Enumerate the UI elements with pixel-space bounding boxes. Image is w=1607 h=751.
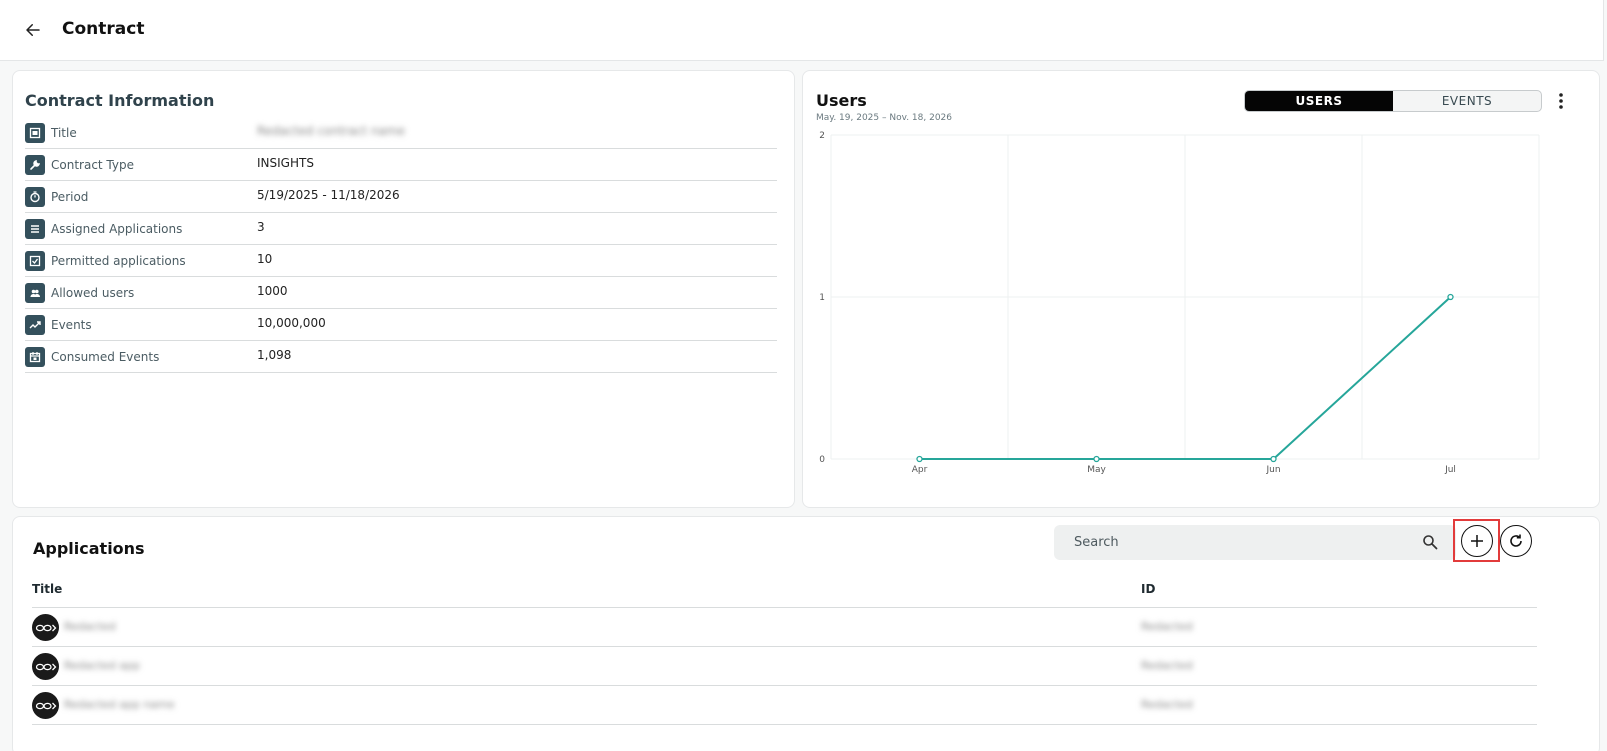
info-label: Title [51, 125, 77, 140]
info-label: Period [51, 189, 89, 204]
users-chart-card: Users May. 19, 2025 – Nov. 18, 2026 USER… [802, 70, 1600, 508]
chart-title: Users [816, 91, 867, 110]
data-point [1270, 455, 1277, 463]
table-header: Title ID [32, 577, 1537, 608]
info-label: Contract Type [51, 157, 134, 172]
add-application-button[interactable] [1461, 525, 1493, 557]
applications-heading: Applications [33, 539, 145, 558]
info-value: INSIGHTS [257, 156, 314, 170]
timer-icon [25, 186, 45, 207]
info-value: Redacted contract name [257, 124, 405, 138]
info-label: Permitted applications [51, 253, 186, 268]
app-logo-icon [32, 653, 59, 680]
column-header-id[interactable]: ID [1141, 582, 1155, 596]
info-row-assigned-applications: Assigned Applications 3 [25, 213, 777, 245]
toggle-events[interactable]: EVENTS [1393, 91, 1541, 111]
info-value: 10,000,000 [257, 316, 326, 330]
app-title: Redacted [64, 620, 116, 633]
app-logo-icon [32, 614, 59, 641]
top-bar: Contract [0, 0, 1604, 61]
applications-card: Applications Title ID Redacted Redacted [12, 516, 1600, 751]
id-card-icon [25, 122, 45, 143]
app-title: Redacted app [64, 659, 140, 672]
y-tick-label: 0 [819, 455, 825, 465]
toggle-users[interactable]: USERS [1245, 91, 1393, 111]
calendar-icon [25, 346, 45, 367]
info-value: 1000 [257, 284, 288, 298]
x-tick-label: Apr [912, 465, 928, 475]
data-point [1447, 293, 1454, 301]
info-row-permitted-applications: Permitted applications 10 [25, 245, 777, 277]
info-row-events: Events 10,000,000 [25, 309, 777, 341]
info-label: Consumed Events [51, 349, 160, 364]
info-label: Allowed users [51, 285, 135, 300]
info-value: 10 [257, 252, 273, 266]
more-vertical-icon[interactable] [1555, 91, 1567, 111]
info-label: Assigned Applications [51, 221, 183, 236]
info-row-title: Title Redacted contract name [25, 117, 777, 149]
info-row-period: Period 5/19/2025 - 11/18/2026 [25, 181, 777, 213]
contract-information-card: Contract Information Title Redacted cont… [12, 70, 795, 508]
y-tick-label: 2 [819, 131, 825, 141]
refresh-icon [1510, 534, 1522, 547]
check-square-icon [25, 250, 45, 271]
contract-information-heading: Contract Information [25, 91, 215, 110]
y-tick-label: 1 [819, 293, 825, 303]
app-logo-icon [32, 692, 59, 719]
x-tick-label: May [1087, 465, 1106, 475]
arrow-left-icon[interactable] [24, 21, 42, 39]
info-row-allowed-users: Allowed users 1000 [25, 277, 777, 309]
app-title: Redacted app name [64, 698, 175, 711]
applications-table: Title ID Redacted Redacted Redacted app … [32, 577, 1537, 725]
column-header-title[interactable]: Title [32, 582, 62, 596]
app-id: Redacted [1141, 620, 1193, 633]
x-tick-label: Jun [1265, 465, 1280, 475]
users-line-chart: 0 1 2 Apr May Jun Jul [819, 131, 1540, 475]
search-box [1054, 525, 1456, 560]
search-input[interactable] [1074, 535, 1414, 550]
wrench-icon [25, 154, 45, 175]
x-tick-label: Jul [1444, 465, 1456, 475]
page-title: Contract [62, 19, 145, 39]
list-icon [25, 218, 45, 239]
info-row-contract-type: Contract Type INSIGHTS [25, 149, 777, 181]
plus-icon [1471, 535, 1483, 547]
info-value: 1,098 [257, 348, 292, 362]
users-icon [25, 282, 45, 303]
refresh-button[interactable] [1500, 525, 1532, 557]
info-value: 5/19/2025 - 11/18/2026 [257, 188, 400, 202]
users-events-toggle: USERS EVENTS [1244, 90, 1542, 112]
table-row[interactable]: Redacted app name Redacted [32, 686, 1537, 725]
table-row[interactable]: Redacted Redacted [32, 608, 1537, 647]
table-row[interactable]: Redacted app Redacted [32, 647, 1537, 686]
data-point [916, 455, 923, 463]
chart-date-range: May. 19, 2025 – Nov. 18, 2026 [816, 113, 953, 123]
app-id: Redacted [1141, 659, 1193, 672]
search-icon[interactable] [1422, 534, 1438, 550]
trend-icon [25, 314, 45, 335]
info-label: Events [51, 317, 92, 332]
contract-info-table: Title Redacted contract name Contract Ty… [25, 117, 777, 373]
info-value: 3 [257, 220, 265, 234]
info-row-consumed-events: Consumed Events 1,098 [25, 341, 777, 373]
app-id: Redacted [1141, 698, 1193, 711]
data-point [1093, 455, 1100, 463]
